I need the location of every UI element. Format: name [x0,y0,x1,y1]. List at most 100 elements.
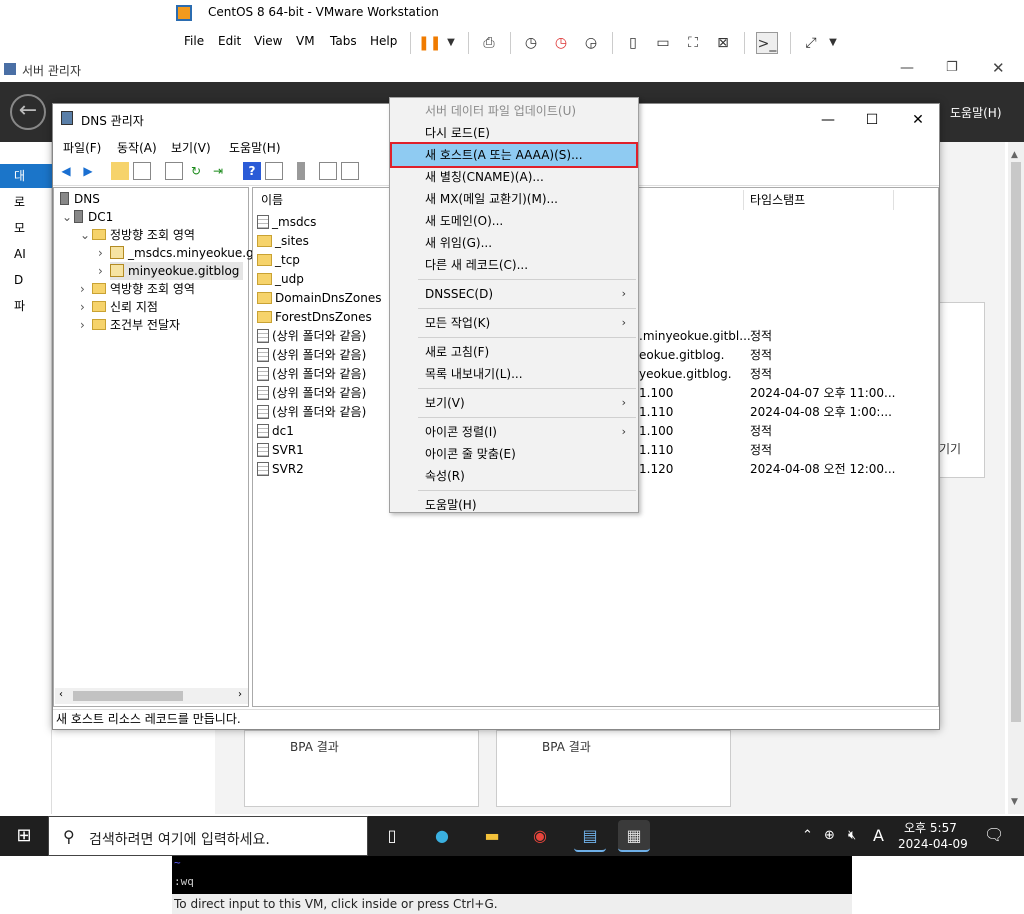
bpa-label-1[interactable]: BPA 결과 [290,738,339,755]
file-explorer-icon[interactable]: ▬ [476,820,508,852]
fullscreen-icon[interactable]: ⛶ [682,32,704,54]
unity-icon[interactable]: ⊠ [712,32,734,54]
revert-snapshot-icon[interactable]: ◷ [550,32,572,54]
tree-item-conditional-forwarders[interactable]: › 조건부 전달자 [80,316,180,334]
column-name[interactable]: 이름 [261,190,283,210]
ime-indicator[interactable]: A [873,826,884,845]
record-name: _sites [275,234,309,248]
minimize-icon[interactable]: — [900,60,914,76]
tree-item-msdcs[interactable]: › _msdcs.minyeokue.g [98,244,254,262]
notification-icon[interactable]: 🗨︎ [984,825,1004,844]
tree-item-reverse-zones[interactable]: › 역방향 조회 영역 [80,280,195,298]
column-timestamp[interactable]: 타임스탬프 [750,190,805,210]
nav-all[interactable]: 모 [0,216,52,240]
tree-item-minyeokue[interactable]: › minyeokue.gitblog [98,262,244,280]
context-menu-item[interactable]: 속성(R) [392,465,636,487]
dns-minimize-icon[interactable]: — [813,110,843,130]
stretch-dropdown-icon[interactable]: ▼ [822,32,844,54]
nav-files[interactable]: 파 [0,294,52,318]
bpa-label-2[interactable]: BPA 결과 [542,738,591,755]
properties-icon[interactable] [165,162,183,180]
nav-local[interactable]: 로 [0,190,52,214]
snapshot-icon[interactable]: ◷ [520,32,542,54]
tree-horizontal-scrollbar[interactable]: ‹ › [55,688,248,704]
dns-maximize-icon[interactable]: ☐ [857,110,887,130]
nav-dashboard[interactable]: 대 [0,164,52,188]
tree-item-trust-points[interactable]: › 신뢰 지점 [80,298,158,316]
menu-vm[interactable]: VM [296,34,315,48]
tree-item-forward-zones[interactable]: ⌄ 정방향 조회 영역 [80,226,195,244]
dns-close-icon[interactable]: ✕ [903,110,933,130]
network-icon[interactable]: ⊕ [824,828,835,843]
context-menu-item[interactable]: 목록 내보내기(L)... [392,363,636,385]
vm-console[interactable]: ~ :wq [172,856,852,894]
pause-icon[interactable]: ❚❚ [418,32,441,54]
clock-time[interactable]: 오후 5:57 [904,819,957,836]
record-timestamp: 정적 [750,443,773,457]
context-menu-item[interactable]: 다시 로드(E) [392,122,636,144]
help-menu[interactable]: 도움말(H) [950,104,1002,121]
menu-file[interactable]: File [184,34,204,48]
dropdown-icon[interactable]: ▼ [440,32,462,54]
clock-date[interactable]: 2024-04-09 [898,837,968,851]
menu-tabs[interactable]: Tabs [330,34,357,48]
context-menu-item[interactable]: 새로 고침(F) [392,341,636,363]
menu-edit[interactable]: Edit [218,34,241,48]
context-menu-item[interactable]: 모든 작업(K) › [392,312,636,334]
dns-task-icon[interactable]: ▦ [618,820,650,852]
tray-chevron-icon[interactable]: ⌃ [802,828,813,843]
copy-icon[interactable] [341,162,359,180]
server-manager-scrollbar[interactable]: ▲ ▼ [1008,142,1024,814]
dns-menu-view[interactable]: 보기(V) [171,139,211,156]
thumbnail-icon[interactable]: ▭ [652,32,674,54]
dns-menu-help[interactable]: 도움말(H) [229,139,281,156]
back-arrow-icon[interactable]: ◀ [57,162,75,180]
chrome-icon[interactable]: ◉ [524,820,556,852]
close-icon[interactable]: ✕ [992,59,1005,77]
volume-muted-icon[interactable]: 🔇︎ [848,828,856,843]
tree-item-dns[interactable]: DNS [60,190,100,208]
context-menu-item[interactable]: 새 호스트(A 또는 AAAA)(S)... [390,142,638,168]
show-tree-icon[interactable] [133,162,151,180]
context-menu-item[interactable]: 도움말(H) [392,494,636,516]
context-menu-item[interactable]: 새 MX(메일 교환기)(M)... [392,188,636,210]
console-icon[interactable]: >_ [756,32,778,54]
context-menu-item[interactable]: 다른 새 레코드(C)... [392,254,636,276]
edge-icon[interactable]: ● [426,820,458,852]
snapshot-manager-icon[interactable]: ◶ [580,32,602,54]
context-menu-item[interactable]: DNSSEC(D) › [392,283,636,305]
export-icon[interactable]: ⇥ [209,162,227,180]
list-icon[interactable] [319,162,337,180]
restore-icon[interactable]: ❐ [946,60,958,75]
context-menu-separator [418,417,636,418]
nav-dns[interactable]: D [0,268,52,292]
context-menu-item[interactable]: 새 위임(G)... [392,232,636,254]
dns-menu-file[interactable]: 파일(F) [63,139,101,156]
up-folder-icon[interactable] [111,162,129,180]
refresh-icon[interactable]: ↻ [187,162,205,180]
back-icon[interactable]: ← [10,94,46,130]
help-icon[interactable]: ? [243,162,261,180]
server-manager-task-icon[interactable]: ▤ [574,820,606,852]
context-menu-item[interactable]: 새 별칭(CNAME)(A)... [392,166,636,188]
view-icon[interactable] [265,162,283,180]
taskbar-search[interactable]: ⚲ 검색하려면 여기에 입력하세요. [48,816,368,856]
vmware-title: CentOS 8 64-bit - VMware Workstation [208,5,439,19]
context-menu-item[interactable]: 아이콘 줄 맞춤(E) [392,443,636,465]
context-menu-item[interactable]: 보기(V) › [392,392,636,414]
send-keys-icon[interactable]: ⎙ [478,32,500,54]
dns-menu-action[interactable]: 동작(A) [117,139,157,156]
context-menu-item[interactable]: 새 도메인(O)... [392,210,636,232]
nav-ad[interactable]: AI [0,242,52,266]
context-menu-item-label: 새 위임(G)... [425,236,493,250]
sidebar-toggle-icon[interactable]: ▯ [622,32,644,54]
menu-help[interactable]: Help [370,34,397,48]
context-menu-item[interactable]: 아이콘 정렬(I) › [392,421,636,443]
tree-item-dc1[interactable]: ⌄ DC1 [62,208,113,226]
windows-start-icon[interactable]: ⊞ [0,816,48,856]
forward-arrow-icon[interactable]: ▶ [79,162,97,180]
stretch-icon[interactable]: ⤢ [800,32,822,54]
task-view-icon[interactable]: ▯ [376,820,408,852]
menu-view[interactable]: View [254,34,282,48]
server-icon[interactable] [297,162,305,180]
